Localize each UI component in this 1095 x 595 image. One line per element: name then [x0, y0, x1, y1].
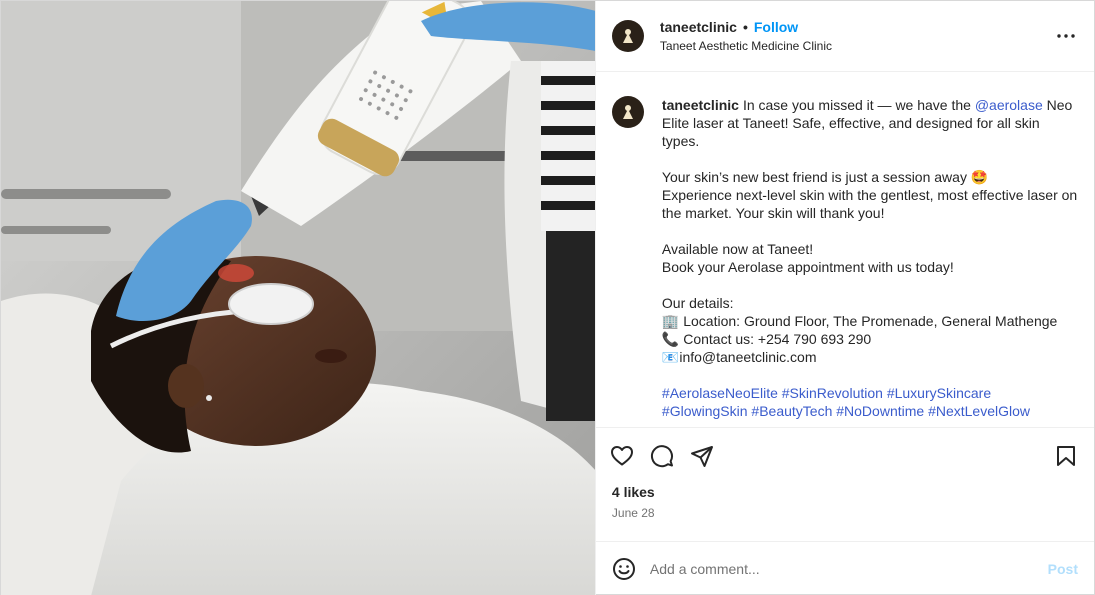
- caption-row: taneetclinic In case you missed it — we h…: [611, 96, 1078, 427]
- like-button[interactable]: [608, 442, 636, 470]
- comment-icon: [650, 445, 673, 468]
- action-bar: [596, 428, 1094, 484]
- caption-avatar[interactable]: [611, 96, 644, 128]
- clinic-logo-icon: [622, 29, 633, 43]
- hashtag-link[interactable]: #GlowingSkin: [662, 403, 748, 419]
- comment-input[interactable]: [649, 561, 1048, 577]
- share-icon: [690, 446, 713, 467]
- post-header: taneetclinic • Follow Taneet Aesthetic M…: [595, 1, 1094, 72]
- caption-line: Available now at Taneet!: [661, 241, 814, 257]
- caption-line: Your skin’s new best friend is just a se…: [661, 169, 989, 185]
- hashtag-list: #AerolaseNeoElite #SkinRevolution #Luxur…: [662, 384, 1078, 420]
- header-text: taneetclinic • Follow Taneet Aesthetic M…: [660, 19, 1054, 53]
- more-options-button[interactable]: [1054, 24, 1078, 48]
- post-dialog: taneetclinic • Follow Taneet Aesthetic M…: [0, 0, 1095, 595]
- hashtag-link[interactable]: #LuxurySkincare: [887, 385, 991, 401]
- laser-treatment-photo: [1, 1, 595, 595]
- post-comment-button[interactable]: Post: [1048, 561, 1078, 577]
- save-button[interactable]: [1052, 442, 1080, 470]
- location-link[interactable]: Taneet Aesthetic Medicine Clinic: [660, 39, 1054, 53]
- caption-details: Our details: 🏢 Location: Ground Floor, T…: [662, 294, 1078, 366]
- header-username[interactable]: taneetclinic: [660, 19, 737, 35]
- more-horizontal-icon: [1057, 34, 1075, 38]
- comment-bar: Post: [595, 541, 1094, 595]
- clinic-logo-icon: [622, 105, 633, 119]
- caption-intro: taneetclinic In case you missed it — we h…: [662, 96, 1078, 150]
- comment-button[interactable]: [648, 442, 676, 470]
- details-email: 📧info@taneetclinic.com: [661, 349, 817, 365]
- caption-paragraph-3: Available now at Taneet! Book your Aerol…: [662, 240, 1078, 276]
- likes-count[interactable]: 4 likes: [596, 484, 1094, 500]
- caption-line: Book your Aerolase appointment with us t…: [661, 259, 954, 275]
- hashtag-link[interactable]: #SkinRevolution: [782, 385, 883, 401]
- hashtag-link[interactable]: #BeautyTech: [751, 403, 832, 419]
- bookmark-icon: [1057, 446, 1075, 466]
- share-button[interactable]: [688, 442, 716, 470]
- details-contact: 📞 Contact us: +254 790 693 290: [661, 331, 872, 347]
- post-date: June 28: [611, 506, 655, 520]
- mention-link[interactable]: @aerolase: [975, 97, 1043, 113]
- avatar[interactable]: [611, 20, 644, 52]
- hashtag-link[interactable]: #NoDowntime: [836, 403, 924, 419]
- hashtag-link[interactable]: #AerolaseNeoElite: [662, 385, 778, 401]
- heart-icon: [610, 446, 633, 466]
- hashtag-link[interactable]: #NextLevelGlow: [928, 403, 1030, 419]
- follow-button[interactable]: Follow: [754, 19, 798, 35]
- caption-line: Experience next-level skin with the gent…: [661, 187, 1078, 221]
- caption-username[interactable]: taneetclinic: [662, 97, 739, 113]
- emoji-button[interactable]: [612, 557, 636, 581]
- emoji-icon: [612, 558, 635, 580]
- post-image[interactable]: [1, 1, 595, 595]
- caption-paragraph-2: Your skin’s new best friend is just a se…: [662, 168, 1078, 222]
- caption-area: taneetclinic In case you missed it — we h…: [595, 72, 1094, 428]
- separator-dot: •: [742, 19, 748, 35]
- caption-intro-text: In case you missed it — we have the: [742, 97, 975, 113]
- details-heading: Our details:: [661, 295, 734, 311]
- details-location: 🏢 Location: Ground Floor, The Promenade,…: [661, 313, 1058, 329]
- caption-text: taneetclinic In case you missed it — we h…: [662, 96, 1078, 427]
- post-details-panel: taneetclinic • Follow Taneet Aesthetic M…: [594, 1, 1094, 595]
